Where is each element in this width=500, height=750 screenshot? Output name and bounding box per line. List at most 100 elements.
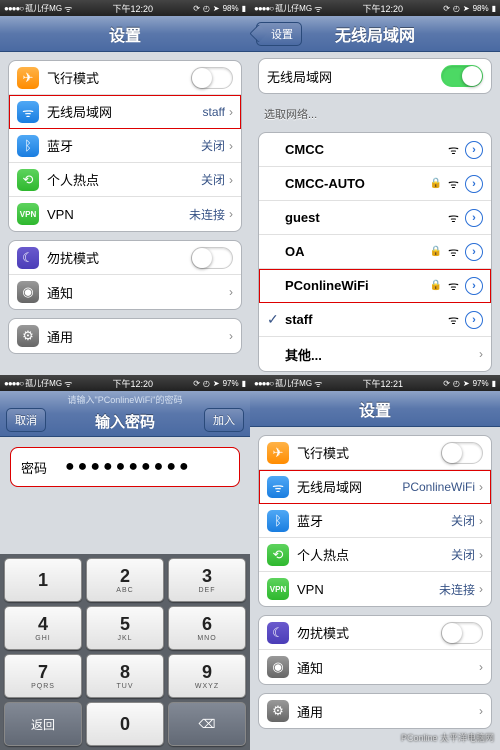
network-name: OA bbox=[285, 244, 430, 259]
key-3[interactable]: 3DEF bbox=[168, 558, 246, 602]
key-5[interactable]: 5JKL bbox=[86, 606, 164, 650]
back-button[interactable]: 设置 bbox=[256, 22, 302, 46]
moon-icon: ☾ bbox=[17, 247, 39, 269]
row-hotspot[interactable]: ⟲个人热点关闭› bbox=[259, 538, 491, 572]
notifications-icon: ◉ bbox=[267, 656, 289, 678]
navbar: 设置 无线局域网 bbox=[250, 16, 500, 52]
row-airplane[interactable]: ✈飞行模式 bbox=[259, 436, 491, 470]
cancel-button[interactable]: 取消 bbox=[6, 408, 46, 432]
row-general[interactable]: ⚙通用› bbox=[9, 319, 241, 353]
key-9[interactable]: 9WXYZ bbox=[168, 654, 246, 698]
status-bar: ●●●●○孤儿仔MG ᯤ 下午12:20 ⟳◴➤97%▮ bbox=[0, 375, 250, 391]
row-hotspot[interactable]: ⟲个人热点关闭› bbox=[9, 163, 241, 197]
network-name: PConlineWiFi bbox=[285, 278, 430, 293]
checkmark-icon: ✓ bbox=[267, 311, 279, 328]
pane-settings-2: ●●●●○孤儿仔MG ᯤ 下午12:21 ⟳◴➤97%▮ 设置 ✈飞行模式 ᯤ无… bbox=[250, 375, 500, 750]
row-wifi[interactable]: ᯤ无线局域网staff› bbox=[9, 95, 241, 129]
navbar: 请输入"PConlineWiFi"的密码 取消 输入密码 加入 bbox=[0, 391, 250, 437]
signal-icon: ᯤ bbox=[448, 243, 459, 260]
hotspot-icon: ⟲ bbox=[267, 544, 289, 566]
key-1[interactable]: 1 bbox=[4, 558, 82, 602]
navbar: 设置 bbox=[0, 16, 250, 52]
wifi-network-row[interactable]: CMCCᯤ › bbox=[259, 133, 491, 167]
status-bar: ●●●●○孤儿仔MG ᯤ 下午12:21 ⟳◴➤97%▮ bbox=[250, 375, 500, 391]
wifi-icon: ᯤ bbox=[267, 476, 289, 498]
key-6[interactable]: 6MNO bbox=[168, 606, 246, 650]
pane-password: ●●●●○孤儿仔MG ᯤ 下午12:20 ⟳◴➤97%▮ 请输入"PConlin… bbox=[0, 375, 250, 750]
key-0[interactable]: 0 bbox=[86, 702, 164, 746]
moon-icon: ☾ bbox=[267, 622, 289, 644]
signal-icon: ᯤ bbox=[448, 311, 459, 328]
detail-button[interactable]: › bbox=[465, 311, 483, 329]
network-name: staff bbox=[285, 312, 448, 327]
vpn-icon: VPN bbox=[17, 203, 39, 225]
network-name: guest bbox=[285, 210, 448, 225]
navbar: 设置 bbox=[250, 391, 500, 427]
detail-button[interactable]: › bbox=[465, 209, 483, 227]
airplane-icon: ✈ bbox=[267, 442, 289, 464]
key-ret[interactable]: 返回 bbox=[4, 702, 82, 746]
wifi-network-row[interactable]: guestᯤ › bbox=[259, 201, 491, 235]
detail-button[interactable]: › bbox=[465, 141, 483, 159]
signal-icon: ᯤ bbox=[448, 141, 459, 158]
signal-icon: ᯤ bbox=[448, 209, 459, 226]
password-field-row[interactable]: 密码 ●●●●●●●●●● bbox=[10, 447, 240, 487]
wifi-network-row[interactable]: ✓ staffᯤ › bbox=[259, 303, 491, 337]
row-bluetooth[interactable]: ᛒ蓝牙关闭› bbox=[259, 504, 491, 538]
page-title: 设置 bbox=[109, 22, 141, 46]
page-title: 输入密码 bbox=[95, 411, 155, 432]
lock-icon: 🔒 bbox=[430, 246, 442, 257]
wifi-master-toggle-row[interactable]: 无线局域网 bbox=[259, 59, 491, 93]
gear-icon: ⚙ bbox=[17, 325, 39, 347]
page-title: 无线局域网 bbox=[335, 22, 415, 46]
bluetooth-icon: ᛒ bbox=[267, 510, 289, 532]
row-wifi[interactable]: ᯤ无线局域网PConlineWiFi› bbox=[259, 470, 491, 504]
status-bar: ●●●●○孤儿仔MG ᯤ 下午12:20 ⟳◴➤98%▮ bbox=[0, 0, 250, 16]
row-vpn[interactable]: VPNVPN未连接› bbox=[259, 572, 491, 606]
detail-button[interactable]: › bbox=[465, 243, 483, 261]
wifi-icon: ᯤ bbox=[64, 2, 72, 15]
wifi-toggle[interactable] bbox=[441, 65, 483, 87]
key-8[interactable]: 8TUV bbox=[86, 654, 164, 698]
pane-settings-1: ●●●●○孤儿仔MG ᯤ 下午12:20 ⟳◴➤98%▮ 设置 ✈飞行模式 ᯤ无… bbox=[0, 0, 250, 375]
row-dnd[interactable]: ☾勿扰模式 bbox=[259, 616, 491, 650]
airplane-toggle[interactable] bbox=[191, 67, 233, 89]
join-button[interactable]: 加入 bbox=[204, 408, 244, 432]
section-header: 选取网络... bbox=[250, 102, 500, 124]
wifi-other-row[interactable]: 其他...› bbox=[259, 337, 491, 371]
detail-button[interactable]: › bbox=[465, 175, 483, 193]
row-notifications[interactable]: ◉通知› bbox=[259, 650, 491, 684]
key-4[interactable]: 4GHI bbox=[4, 606, 82, 650]
password-prompt: 请输入"PConlineWiFi"的密码 bbox=[0, 393, 250, 406]
row-dnd[interactable]: ☾勿扰模式 bbox=[9, 241, 241, 275]
chevron-right-icon: › bbox=[229, 105, 233, 119]
wifi-network-row[interactable]: OA🔒 ᯤ › bbox=[259, 235, 491, 269]
pane-wifi-list: ●●●●○孤儿仔MG ᯤ 下午12:20 ⟳◴➤98%▮ 设置 无线局域网 无线… bbox=[250, 0, 500, 375]
airplane-icon: ✈ bbox=[17, 67, 39, 89]
signal-icon: ᯤ bbox=[448, 277, 459, 294]
key-del[interactable]: ⌫ bbox=[168, 702, 246, 746]
row-airplane[interactable]: ✈飞行模式 bbox=[9, 61, 241, 95]
key-2[interactable]: 2ABC bbox=[86, 558, 164, 602]
network-name: CMCC-AUTO bbox=[285, 176, 430, 191]
key-7[interactable]: 7PQRS bbox=[4, 654, 82, 698]
row-notifications[interactable]: ◉通知› bbox=[9, 275, 241, 309]
page-title: 设置 bbox=[359, 397, 391, 421]
notifications-icon: ◉ bbox=[17, 281, 39, 303]
wifi-network-row[interactable]: PConlineWiFi🔒ᯤ› bbox=[259, 269, 491, 303]
wifi-icon: ᯤ bbox=[17, 101, 39, 123]
gear-icon: ⚙ bbox=[267, 700, 289, 722]
detail-button[interactable]: › bbox=[465, 277, 483, 295]
vpn-icon: VPN bbox=[267, 578, 289, 600]
row-bluetooth[interactable]: ᛒ蓝牙关闭› bbox=[9, 129, 241, 163]
status-bar: ●●●●○孤儿仔MG ᯤ 下午12:20 ⟳◴➤98%▮ bbox=[250, 0, 500, 16]
row-general[interactable]: ⚙通用› bbox=[259, 694, 491, 728]
hotspot-icon: ⟲ bbox=[17, 169, 39, 191]
network-name: CMCC bbox=[285, 142, 448, 157]
row-vpn[interactable]: VPNVPN未连接› bbox=[9, 197, 241, 231]
dnd-toggle[interactable] bbox=[191, 247, 233, 269]
password-input[interactable]: ●●●●●●●●●● bbox=[65, 458, 192, 476]
wifi-network-row[interactable]: CMCC-AUTO🔒ᯤ› bbox=[259, 167, 491, 201]
bluetooth-icon: ᛒ bbox=[17, 135, 39, 157]
lock-icon: 🔒 bbox=[430, 178, 442, 189]
